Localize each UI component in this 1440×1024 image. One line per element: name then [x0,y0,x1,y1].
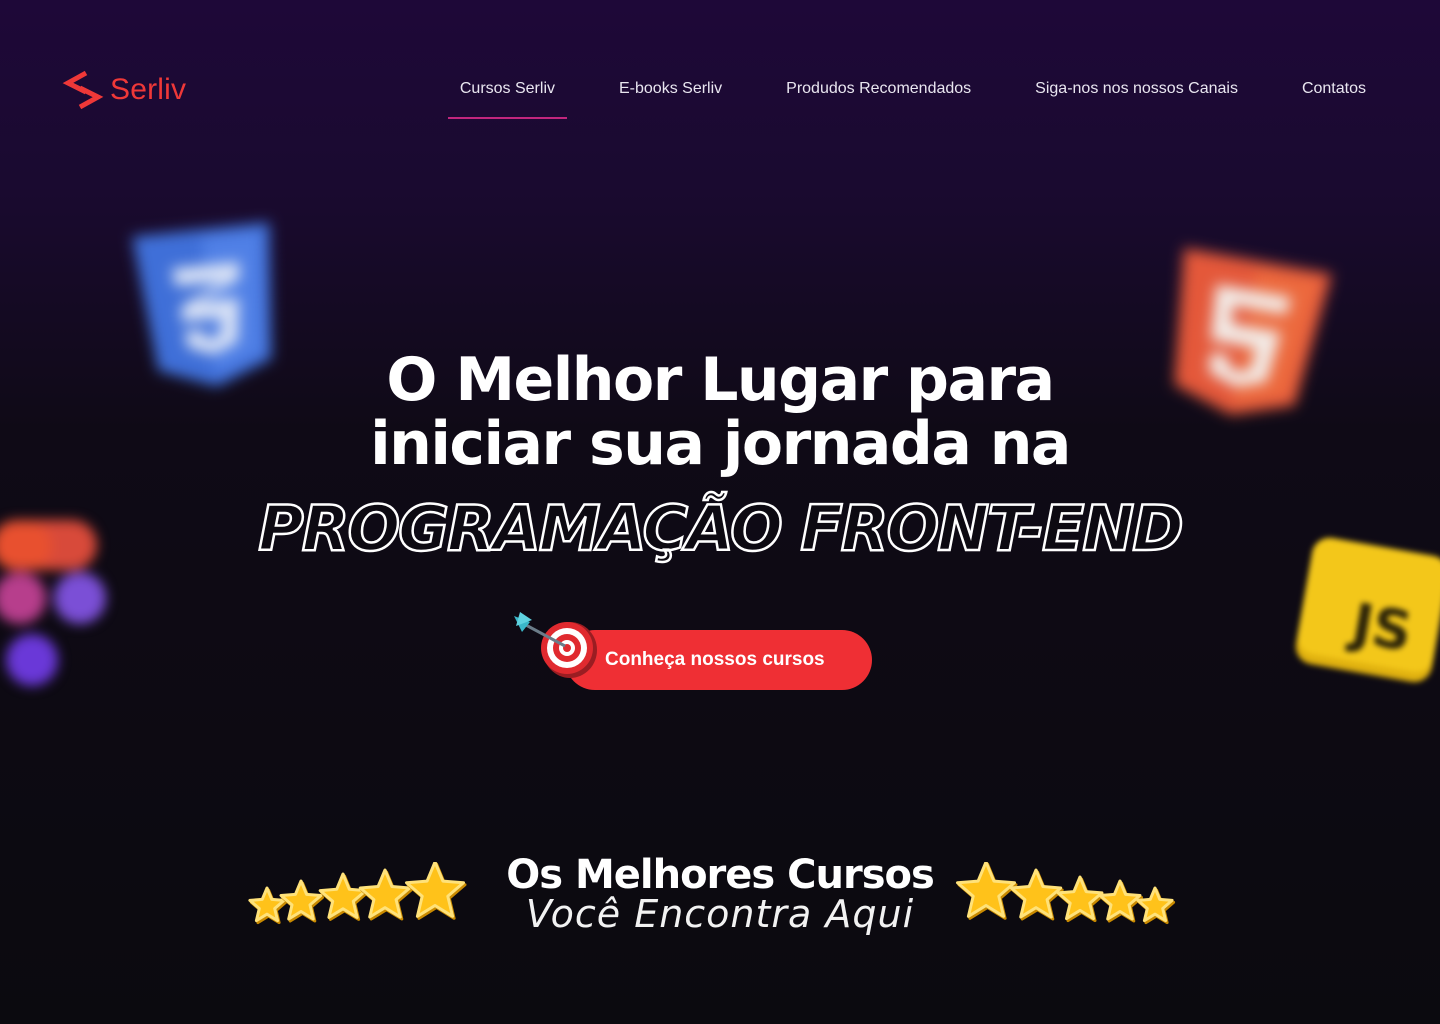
hero-title-line-1: O Melhor Lugar para [386,345,1055,415]
page: Serliv Cursos Serliv E-books Serliv Prod… [0,0,1440,1024]
hero-highlight: PROGRAMAÇÃO FRONT-END [257,491,1185,567]
hero-title: O Melhor Lugar para iniciar sua jornada … [0,348,1440,476]
section-subtitle: Você Encontra Aqui [525,892,915,936]
stars-right-icon [956,862,1176,925]
nav-item-ebooks[interactable]: E-books Serliv [607,78,734,108]
serliv-logo-icon [62,70,104,110]
hero-title-line-2: iniciar sua jornada na [370,409,1071,479]
nav-item-contatos[interactable]: Contatos [1290,78,1378,108]
main-nav: Cursos Serliv E-books Serliv Produdos Re… [447,78,1378,119]
brand-logo[interactable]: Serliv [62,70,186,110]
nav-item-cursos[interactable]: Cursos Serliv [447,78,568,119]
stars-left-icon [248,862,467,925]
dart-target-icon [514,612,597,678]
nav-item-canais[interactable]: Siga-nos nos nossos Canais [1023,78,1250,108]
brand-name: Serliv [110,73,187,106]
cta-button[interactable]: Conheça nossos cursos [565,630,872,690]
nav-item-produtos[interactable]: Produdos Recomendados [774,78,983,108]
